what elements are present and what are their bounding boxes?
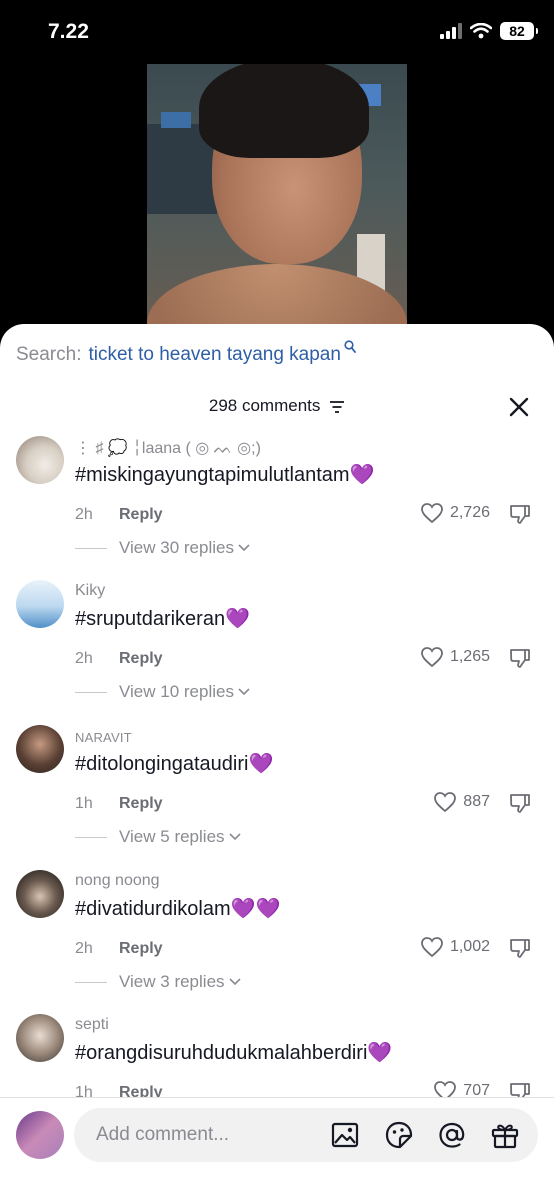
- reply-button[interactable]: Reply: [119, 506, 163, 524]
- purple-heart-emoji: 💜: [225, 608, 250, 630]
- search-icon: [344, 340, 356, 353]
- divider-line: [75, 981, 107, 983]
- reply-button[interactable]: Reply: [119, 795, 163, 813]
- comment-username[interactable]: septi: [75, 1016, 109, 1034]
- avatar[interactable]: [16, 436, 64, 484]
- purple-heart-emoji: 💜: [349, 464, 375, 486]
- reply-button[interactable]: Reply: [119, 650, 163, 668]
- mention-icon[interactable]: [437, 1120, 467, 1150]
- view-replies-button[interactable]: View 3 replies: [75, 972, 241, 992]
- video-person-hair: [199, 64, 369, 158]
- comment-composer-bar: [0, 1097, 554, 1199]
- status-time: 7.22: [48, 20, 89, 43]
- avatar[interactable]: [16, 1014, 64, 1062]
- comment-meta: 2h Reply: [75, 650, 163, 668]
- comments-header: 298 comments: [0, 396, 554, 416]
- heart-icon: [421, 503, 443, 524]
- comment-username[interactable]: ⋮ ♯ 💭 ╎laana ( ◎ ᨓ ◎;): [75, 438, 261, 458]
- image-icon[interactable]: [330, 1120, 360, 1150]
- search-suggestion[interactable]: Search: ticket to heaven tayang kapan: [16, 340, 356, 366]
- like-count: 887: [463, 793, 490, 810]
- dislike-icon[interactable]: [508, 936, 532, 960]
- view-replies-button[interactable]: View 5 replies: [75, 827, 241, 847]
- comment-text-content: #divatidurdikolam: [75, 898, 231, 920]
- comment-meta: 1h Reply: [75, 795, 163, 813]
- comment-text: #orangdisuruhdudukmalahberdiri💜: [75, 1040, 392, 1065]
- like-count: 1,265: [449, 648, 490, 665]
- comment-time: 1h: [75, 795, 93, 812]
- comment-time: 2h: [75, 650, 93, 667]
- battery-icon: 82: [500, 22, 538, 40]
- view-replies-label: View 3 replies: [119, 972, 225, 991]
- like-button[interactable]: 1,002: [420, 936, 490, 958]
- search-label: Search:: [16, 344, 82, 365]
- reply-button[interactable]: Reply: [119, 940, 163, 958]
- dislike-icon[interactable]: [508, 502, 532, 526]
- video-preview[interactable]: [147, 64, 407, 336]
- comments-sheet: Search: ticket to heaven tayang kapan 29…: [0, 324, 554, 1199]
- comment-text: #divatidurdikolam💜💜: [75, 896, 280, 921]
- heart-icon: [421, 647, 443, 668]
- comment-time: 2h: [75, 506, 93, 523]
- comment-text-content: #miskingayungtapimulutlantam: [75, 464, 350, 486]
- chevron-down-icon: [238, 688, 250, 696]
- sticker-icon[interactable]: [384, 1120, 414, 1150]
- purple-heart-emoji: 💜: [248, 753, 274, 775]
- avatar[interactable]: [16, 580, 64, 628]
- comment-text-content: #orangdisuruhdudukmalahberdiri: [75, 1042, 368, 1064]
- comment-meta: 2h Reply: [75, 940, 163, 958]
- status-icons: 82: [440, 22, 538, 40]
- chevron-down-icon: [238, 544, 250, 552]
- divider-line: [75, 691, 107, 693]
- video-background-object: [161, 112, 191, 128]
- like-count: 2,726: [449, 504, 490, 521]
- like-button[interactable]: 2,726: [420, 502, 490, 524]
- chevron-down-icon: [228, 978, 241, 986]
- signal-icon: [440, 23, 462, 39]
- comment-time: 2h: [75, 940, 93, 957]
- view-replies-button[interactable]: View 30 replies: [75, 538, 250, 558]
- avatar[interactable]: [16, 725, 64, 773]
- comment-text: #ditolongingataudiri💜: [75, 751, 273, 776]
- comment-username[interactable]: nong noong: [75, 872, 160, 890]
- comment-text: #miskingayungtapimulutlantam💜: [75, 462, 375, 487]
- like-count: 1,002: [449, 938, 490, 955]
- purple-heart-emoji: 💜💜: [230, 898, 281, 920]
- view-replies-label: View 10 replies: [119, 682, 234, 701]
- status-bar: 7.22 82: [0, 0, 554, 64]
- comment-text-content: #ditolongingataudiri: [75, 753, 249, 775]
- wifi-icon: [470, 23, 492, 39]
- divider-line: [75, 547, 107, 549]
- divider-line: [75, 836, 107, 838]
- chevron-down-icon: [228, 833, 241, 841]
- comment-username[interactable]: NARAVIT: [75, 730, 132, 745]
- purple-heart-emoji: 💜: [367, 1042, 393, 1064]
- comment-input[interactable]: [96, 1108, 316, 1162]
- comment-input-container[interactable]: [74, 1108, 538, 1162]
- comments-count: 298 comments: [208, 396, 321, 415]
- dislike-icon[interactable]: [508, 646, 532, 670]
- like-button[interactable]: 887: [433, 791, 490, 813]
- search-term-link[interactable]: ticket to heaven tayang kapan: [88, 344, 340, 366]
- close-icon[interactable]: [508, 396, 530, 418]
- comment-username[interactable]: Kiky: [75, 582, 105, 600]
- view-replies-button[interactable]: View 10 replies: [75, 682, 250, 702]
- view-replies-label: View 5 replies: [119, 827, 225, 846]
- gift-icon[interactable]: [490, 1120, 520, 1150]
- comment-text-content: #sruputdarikeran: [75, 608, 226, 630]
- dislike-icon[interactable]: [508, 791, 532, 815]
- view-replies-label: View 30 replies: [119, 538, 234, 557]
- heart-icon: [434, 792, 457, 813]
- heart-icon: [421, 937, 443, 958]
- my-avatar[interactable]: [16, 1111, 64, 1159]
- comment-text: #sruputdarikeran💜: [75, 606, 250, 631]
- avatar[interactable]: [16, 870, 64, 918]
- comment-meta: 2h Reply: [75, 506, 163, 524]
- like-button[interactable]: 1,265: [420, 646, 490, 668]
- filter-icon[interactable]: [329, 400, 345, 414]
